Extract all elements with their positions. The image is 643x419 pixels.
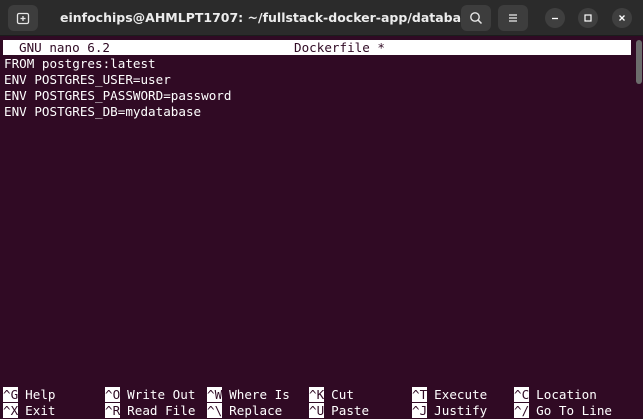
shortcut-write-out[interactable]: ^O Write Out [105,387,195,402]
minimize-button[interactable] [545,8,565,28]
shortcut-label: Exit [25,403,56,418]
shortcut-label: Paste [331,403,370,418]
shortcut-label: Read File [127,403,196,418]
terminal-area[interactable]: GNU nano 6.2 Dockerfile * FROM postgres:… [0,36,643,419]
shortcut-read-file[interactable]: ^R Read File [105,403,195,418]
shortcut-key: ^U [309,403,325,418]
shortcut-label: Justify [434,403,488,418]
shortcut-key: ^X [3,403,19,418]
shortcut-where-is[interactable]: ^W Where Is [207,387,290,402]
nano-shortcut-bar: ^G Help ^X Exit ^O Write Out ^R Read File ^W… [3,387,639,419]
shortcut-execute[interactable]: ^T Execute [412,387,487,402]
shortcut-cut[interactable]: ^K Cut [309,387,354,402]
shortcut-key: ^\ [207,403,223,418]
shortcut-key: ^K [309,387,325,402]
shortcut-label: Help [25,387,56,402]
shortcut-key: ^/ [514,403,530,418]
new-tab-button[interactable] [8,5,38,31]
shortcut-go-to-line[interactable]: ^/ Go To Line [514,403,612,418]
nano-filename: Dockerfile * [294,40,385,55]
shortcut-key: ^G [3,387,19,402]
search-icon [470,12,483,25]
code-line[interactable]: ENV POSTGRES_PASSWORD=password [4,88,624,104]
shortcut-label: Cut [331,387,354,402]
nano-version: GNU nano 6.2 [19,40,110,55]
shortcut-key: ^R [105,403,121,418]
maximize-button[interactable] [578,8,598,28]
code-line[interactable]: FROM postgres:latest [4,56,624,72]
shortcut-justify[interactable]: ^J Justify [412,403,487,418]
close-icon [619,15,625,21]
shortcut-label: Replace [229,403,283,418]
title-bar: einfochips@AHMLPT1707: ~/fullstack-docke… [0,0,643,36]
new-tab-icon [16,12,30,25]
shortcut-label: Execute [434,387,488,402]
editor-buffer[interactable]: FROM postgres:latest ENV POSTGRES_USER=u… [4,56,624,120]
nano-header-bar: GNU nano 6.2 Dockerfile * [3,40,631,55]
menu-button[interactable] [498,5,528,31]
shortcut-key: ^J [412,403,428,418]
shortcut-exit[interactable]: ^X Exit [3,403,56,418]
code-line[interactable]: ENV POSTGRES_DB=mydatabase [4,104,624,120]
shortcut-paste[interactable]: ^U Paste [309,403,369,418]
minimize-icon [552,17,558,20]
shortcut-label: Write Out [127,387,196,402]
search-button[interactable] [461,5,491,31]
shortcut-help[interactable]: ^G Help [3,387,56,402]
hamburger-menu-icon [509,14,517,22]
shortcut-label: Go To Line [536,403,612,418]
close-button[interactable] [612,8,632,28]
shortcut-label: Where Is [229,387,290,402]
code-line[interactable]: ENV POSTGRES_USER=user [4,72,624,88]
window-title: einfochips@AHMLPT1707: ~/fullstack-docke… [60,10,477,25]
maximize-icon [584,14,592,22]
shortcut-key: ^O [105,387,121,402]
shortcut-replace[interactable]: ^\ Replace [207,403,282,418]
shortcut-key: ^C [514,387,530,402]
shortcut-key: ^T [412,387,428,402]
terminal-scrollbar[interactable] [636,40,642,84]
shortcut-label: Location [536,387,597,402]
shortcut-location[interactable]: ^C Location [514,387,597,402]
shortcut-key: ^W [207,387,223,402]
